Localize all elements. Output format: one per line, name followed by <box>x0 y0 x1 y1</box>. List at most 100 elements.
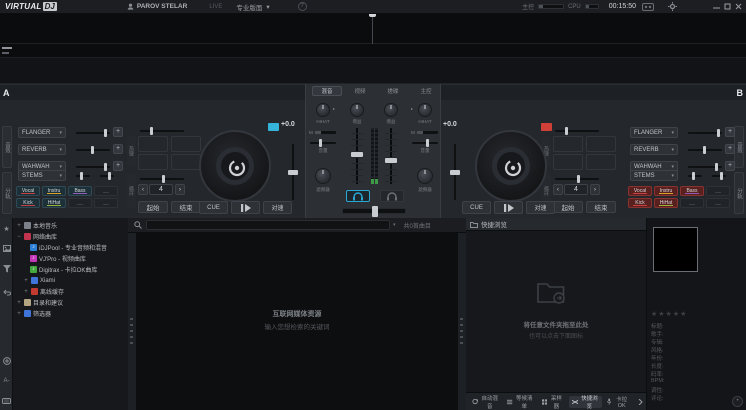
loop-out-button[interactable]: 结束 <box>171 201 201 213</box>
fx-slot-3-slider[interactable] <box>76 166 110 168</box>
pitch-handle[interactable] <box>288 170 298 175</box>
layout-dropdown[interactable]: 专业版面 ▾ <box>236 2 269 12</box>
loop-length-value[interactable]: 4 <box>149 184 173 195</box>
stem-instru-button[interactable]: Instru <box>654 186 678 196</box>
channel-2-volume-fader[interactable] <box>385 128 397 184</box>
loop-slider[interactable] <box>140 178 184 180</box>
loop-half-button[interactable]: ‹ <box>138 184 148 195</box>
tree-item-xiami[interactable]: +Xiami <box>13 275 128 286</box>
stems-dropdown[interactable]: STEMS▾ <box>18 170 66 181</box>
deck-b-jog-wheel[interactable] <box>475 130 547 202</box>
sampler-button[interactable]: 采样器 <box>539 396 567 408</box>
gear-icon[interactable] <box>668 2 677 11</box>
automix-button[interactable]: 自动混音 <box>469 396 502 408</box>
pitch-handle[interactable] <box>450 170 460 175</box>
search-input[interactable] <box>146 220 390 230</box>
loop-slider[interactable] <box>555 178 599 180</box>
fx-slot-2-dropdown[interactable]: REVERB▾ <box>18 144 66 155</box>
stem-empty-slot[interactable] <box>94 186 118 196</box>
help-icon[interactable]: ? <box>298 2 307 11</box>
stems-slider-2[interactable] <box>712 175 726 177</box>
close-button[interactable] <box>733 2 744 12</box>
stems-dropdown[interactable]: STEMS▾ <box>630 170 678 181</box>
loop-in-button[interactable]: 起始 <box>553 201 583 213</box>
stem-empty-slot[interactable] <box>94 198 118 208</box>
fx-slot-1-dropdown[interactable]: FLANGER▾ <box>630 127 678 138</box>
stem-kick-button[interactable]: Kick <box>628 198 652 208</box>
left-filter-knob[interactable] <box>315 168 331 184</box>
loop-half-button[interactable]: ‹ <box>553 184 563 195</box>
pads-param-slider[interactable] <box>140 130 184 132</box>
channel-2-gain-knob[interactable] <box>384 103 398 117</box>
stem-vocal-button[interactable]: Vocal <box>16 186 40 196</box>
hotcue-pad-1[interactable] <box>138 136 168 152</box>
hotcue-pad-4[interactable] <box>171 154 201 170</box>
stem-bass-button[interactable]: Bass <box>68 186 92 196</box>
deck-a-jog-wheel[interactable] <box>199 130 271 202</box>
fx-slot-2-activate-button[interactable]: + <box>113 144 123 154</box>
video-tab[interactable]: 视频 <box>345 86 375 96</box>
fx-slot-2-dropdown[interactable]: REVERB▾ <box>630 144 678 155</box>
fx-slot-2-slider[interactable] <box>76 149 110 151</box>
rating-stars[interactable]: ★★★★★ <box>651 310 687 318</box>
collapse-arrow-icon[interactable]: ▸ <box>411 106 413 111</box>
fx-slot-2-activate-button[interactable]: + <box>725 144 735 154</box>
shortcuts-button[interactable]: 快捷浏览 <box>569 396 602 408</box>
stem-vocal-button[interactable]: Vocal <box>628 186 652 196</box>
maximize-button[interactable] <box>722 2 733 12</box>
fx-slot-1-dropdown[interactable]: FLANGER▾ <box>18 127 66 138</box>
stem-hihat-button[interactable]: HiHat <box>42 198 66 208</box>
fx-slot-1-activate-button[interactable]: + <box>113 127 123 137</box>
tree-item-filters[interactable]: +筛选器 <box>13 308 128 319</box>
hotcue-pad-1[interactable] <box>553 136 583 152</box>
hotcue-pad-4[interactable] <box>586 154 616 170</box>
stems-slider-1[interactable] <box>76 175 90 177</box>
hotcue-pad-3[interactable] <box>553 154 583 170</box>
loop-tab[interactable]: 循环 <box>127 174 136 208</box>
stem-empty-slot[interactable] <box>680 198 704 208</box>
stem-bass-button[interactable]: Bass <box>680 186 704 196</box>
cue-button[interactable]: CUE <box>462 201 491 214</box>
tree-item-folders-suggestions[interactable]: +目录和建议 <box>13 297 128 308</box>
loop-double-button[interactable]: › <box>175 184 185 195</box>
loop-out-button[interactable]: 结束 <box>586 201 616 213</box>
fader-handle[interactable] <box>385 158 397 163</box>
right-mini-volume-slider[interactable] <box>412 142 438 144</box>
filter-funnel-icon[interactable] <box>0 262 13 275</box>
favorites-star-icon[interactable]: ★ <box>0 222 13 235</box>
channel-2-headphone-cue-button[interactable] <box>380 190 404 202</box>
track-list-area[interactable]: 互联网媒体资源 输入您想检索的关键词 <box>136 233 458 410</box>
rhythm-waveform[interactable] <box>0 14 746 44</box>
stem-empty-slot[interactable] <box>706 198 730 208</box>
left-panel-splitter[interactable] <box>128 218 136 410</box>
sidelist-button[interactable]: 等候清单 <box>504 396 537 408</box>
karaoke-button[interactable]: 卡拉OK <box>604 396 633 408</box>
track-overview-strip[interactable] <box>0 58 746 84</box>
fx-slot-1-slider[interactable] <box>76 132 110 134</box>
fx-slot-2-slider[interactable] <box>688 149 722 151</box>
fx-slot-3-slider[interactable] <box>688 166 722 168</box>
hotcue-pad-3[interactable] <box>138 154 168 170</box>
hotcue-pad-2[interactable] <box>586 136 616 152</box>
tree-item-online-library[interactable]: −网络曲库 <box>13 231 128 242</box>
crossfader[interactable] <box>342 208 406 214</box>
expand-arrow-button[interactable] <box>635 396 646 408</box>
stem-empty-slot[interactable] <box>68 198 92 208</box>
right-stem-knob[interactable] <box>418 103 432 117</box>
mixer-tab[interactable]: 混音 <box>312 86 342 96</box>
pitch-slider[interactable] <box>449 144 461 200</box>
sync-button[interactable]: 对速 <box>263 201 292 214</box>
loop-double-button[interactable]: › <box>590 184 600 195</box>
shortcut-drop-area[interactable]: 将任意文件夹拖至此处 也可以点击下面图标 <box>466 231 646 392</box>
stems-slider-2[interactable] <box>100 175 114 177</box>
hotcue-pad-2[interactable] <box>171 136 201 152</box>
fx-slot-1-activate-button[interactable]: + <box>725 127 735 137</box>
tree-item-digitrax[interactable]: ♪Digitrax - 卡拉OK曲库 <box>13 264 128 275</box>
loop-length-value[interactable]: 4 <box>564 184 588 195</box>
left-stem-knob[interactable] <box>316 103 330 117</box>
collapse-arrow-icon[interactable]: ▸ <box>333 106 335 111</box>
play-pause-button[interactable] <box>231 201 260 214</box>
channel-1-headphone-cue-button[interactable] <box>346 190 370 202</box>
keyboard-icon[interactable] <box>0 394 13 407</box>
tree-item-local-music[interactable]: +本地音乐 <box>13 220 128 231</box>
